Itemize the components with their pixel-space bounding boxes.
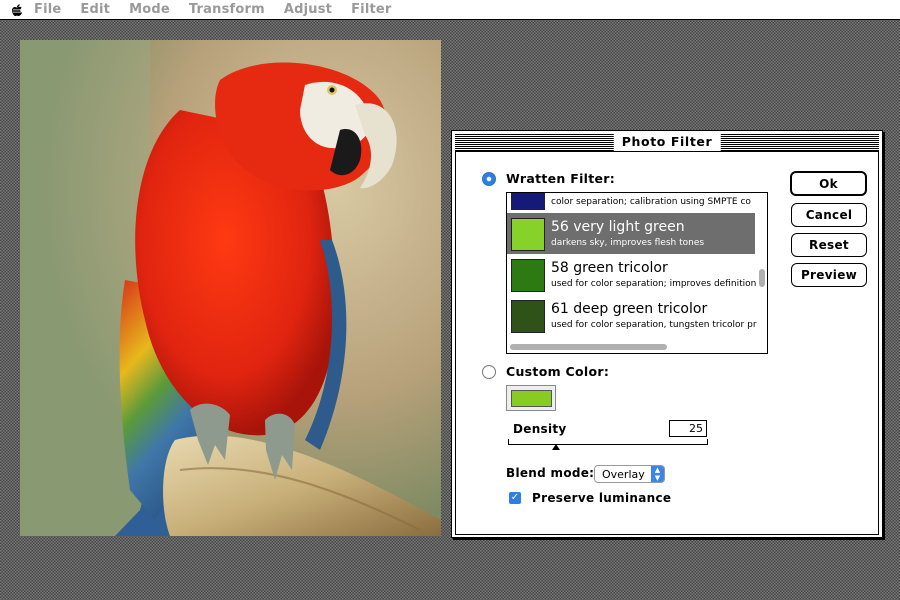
- menu-mode[interactable]: Mode: [129, 2, 170, 17]
- filter-swatch: [511, 218, 545, 251]
- density-field[interactable]: 25: [669, 420, 707, 437]
- preview-button[interactable]: Preview: [791, 263, 867, 287]
- image-canvas[interactable]: [20, 40, 441, 536]
- filter-list-item[interactable]: 61 deep green tricolor used for color se…: [507, 295, 757, 336]
- filter-name: 58 green tricolor: [551, 260, 668, 276]
- preserve-luminance-checkbox[interactable]: ✓: [509, 492, 521, 504]
- wratten-filter-label: Wratten Filter:: [506, 171, 616, 186]
- filter-list-item[interactable]: 58 green tricolor used for color separat…: [507, 254, 757, 295]
- blend-mode-label: Blend mode:: [506, 466, 595, 480]
- filter-swatch: [511, 259, 545, 292]
- dialog-title: Photo Filter: [613, 133, 721, 151]
- filter-description: used for color separation, tungsten tric…: [551, 320, 757, 330]
- custom-color-picker[interactable]: [506, 385, 556, 411]
- reset-button[interactable]: Reset: [791, 233, 867, 257]
- menu-adjust[interactable]: Adjust: [284, 2, 332, 17]
- filter-name: 56 very light green: [551, 219, 685, 235]
- blend-mode-select[interactable]: Overlay ▲ ▼: [594, 465, 665, 483]
- apple-menu[interactable]: [0, 3, 34, 17]
- density-slider-track[interactable]: [508, 439, 708, 445]
- cancel-button[interactable]: Cancel: [791, 203, 867, 227]
- menu-bar: File Edit Mode Transform Adjust Filter: [0, 0, 900, 20]
- photo-filter-dialog: Photo Filter Wratten Filter: color separ…: [451, 130, 883, 538]
- dialog-content: Wratten Filter: color separation; calibr…: [455, 151, 879, 535]
- filter-description: used for color separation; improves defi…: [551, 279, 757, 289]
- filter-description: color separation; calibration using SMPT…: [551, 197, 751, 207]
- preserve-luminance-label: Preserve luminance: [532, 491, 672, 505]
- parrot-photo: [20, 40, 441, 536]
- menu-edit[interactable]: Edit: [80, 2, 110, 17]
- ok-button[interactable]: Ok: [790, 171, 867, 196]
- density-label: Density: [513, 422, 567, 436]
- list-horizontal-scrollbar[interactable]: [510, 344, 667, 350]
- wratten-filter-radio[interactable]: [482, 172, 496, 186]
- menu-transform[interactable]: Transform: [189, 2, 265, 17]
- list-vertical-scrollbar[interactable]: [759, 269, 765, 287]
- blend-mode-value: Overlay: [602, 468, 645, 481]
- filter-description: darkens sky, improves flesh tones: [551, 238, 705, 248]
- filter-swatch: [511, 300, 545, 333]
- density-slider-thumb[interactable]: [552, 444, 560, 450]
- filter-list[interactable]: color separation; calibration using SMPT…: [506, 192, 768, 354]
- filter-name: 61 deep green tricolor: [551, 301, 708, 317]
- filter-swatch: [511, 193, 545, 210]
- menu-filter[interactable]: Filter: [351, 2, 391, 17]
- filter-list-item[interactable]: color separation; calibration using SMPT…: [507, 193, 755, 213]
- chevron-updown-icon: ▲ ▼: [651, 466, 664, 482]
- dialog-title-bar[interactable]: Photo Filter: [455, 133, 879, 151]
- menu-file[interactable]: File: [34, 2, 61, 17]
- filter-list-item-selected[interactable]: 56 very light green darkens sky, improve…: [507, 213, 755, 254]
- custom-color-label: Custom Color:: [506, 364, 610, 379]
- custom-color-swatch: [511, 390, 552, 407]
- apple-logo-icon: [12, 3, 22, 16]
- custom-color-radio[interactable]: [482, 365, 496, 379]
